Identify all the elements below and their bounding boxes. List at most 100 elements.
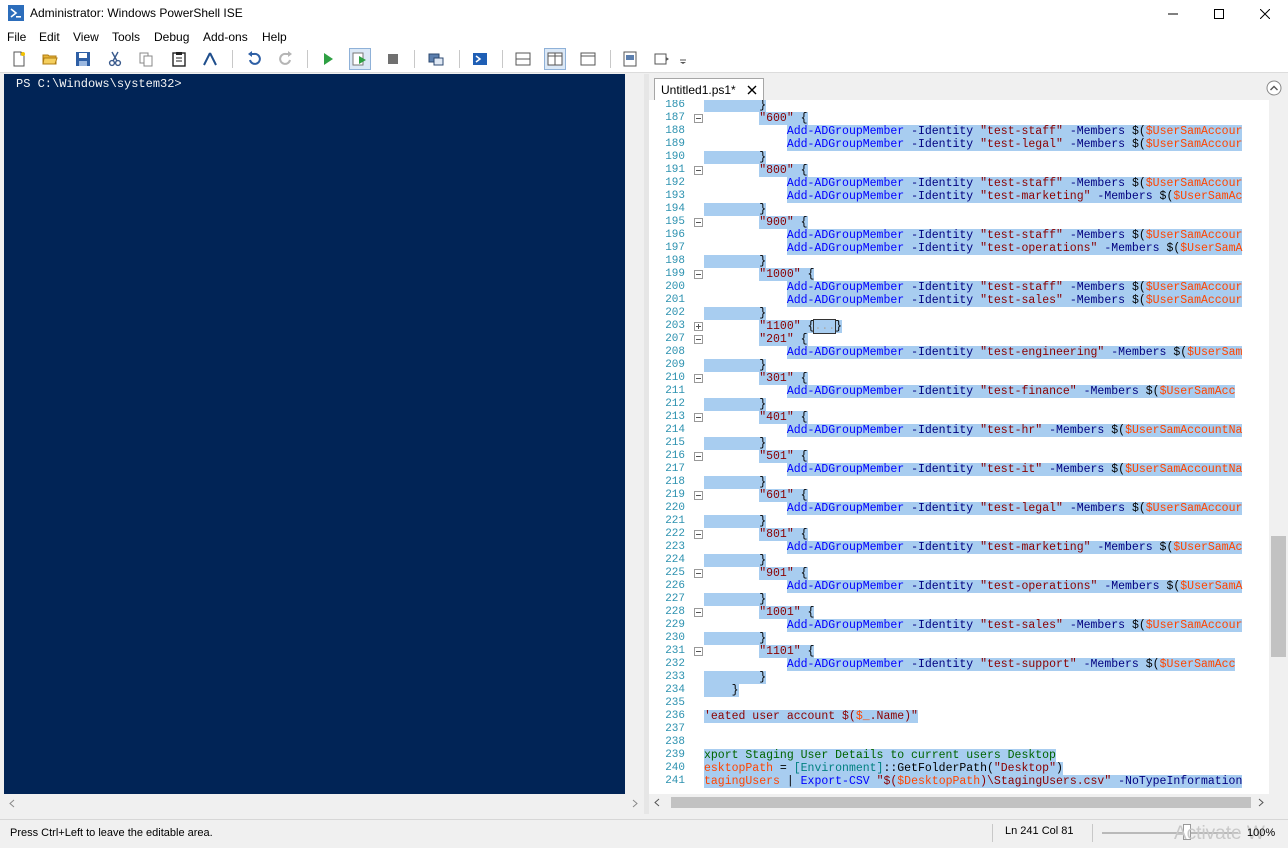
code-line[interactable]: Add-ADGroupMember -Identity "test-suppor… [704, 658, 1236, 671]
collapse-region-icon[interactable] [694, 491, 703, 500]
save-button[interactable] [73, 49, 93, 69]
code-line[interactable]: Add-ADGroupMember -Identity "test-legal"… [704, 502, 1243, 515]
code-line[interactable]: "801" { [704, 528, 808, 541]
show-commands-button[interactable] [652, 49, 672, 69]
menu-add-ons[interactable]: Add-ons [203, 30, 248, 44]
code-line[interactable]: Add-ADGroupMember -Identity "test-staff"… [704, 281, 1243, 294]
code-line[interactable]: "1100" {...} [704, 319, 843, 334]
code-line[interactable]: Add-ADGroupMember -Identity "test-operat… [704, 580, 1243, 593]
code-line[interactable]: } [704, 671, 767, 684]
code-line[interactable]: Add-ADGroupMember -Identity "test-staff"… [704, 177, 1243, 190]
code-line[interactable]: "800" { [704, 164, 808, 177]
console-vertical-scrollbar[interactable] [627, 74, 644, 794]
collapse-region-icon[interactable] [694, 530, 703, 539]
code-line[interactable]: } [704, 437, 767, 450]
cut-button[interactable] [105, 49, 125, 69]
powershell-console-button[interactable] [470, 49, 490, 69]
collapse-region-icon[interactable] [694, 374, 703, 383]
code-line[interactable]: } [704, 100, 767, 112]
code-line[interactable]: "301" { [704, 372, 808, 385]
code-line[interactable]: Add-ADGroupMember -Identity "test-it" -M… [704, 463, 1243, 476]
code-line[interactable]: "901" { [704, 567, 808, 580]
code-line[interactable]: "600" { [704, 112, 808, 125]
code-line[interactable]: "601" { [704, 489, 808, 502]
new-file-button[interactable] [9, 49, 29, 69]
scrollbar-thumb[interactable] [671, 797, 1251, 808]
code-line[interactable]: Add-ADGroupMember -Identity "test-operat… [704, 242, 1243, 255]
collapse-region-icon[interactable] [694, 166, 703, 175]
collapse-region-icon[interactable] [694, 335, 703, 344]
collapse-region-icon[interactable] [694, 452, 703, 461]
collapse-region-icon[interactable] [694, 413, 703, 422]
copy-button[interactable] [136, 49, 156, 69]
code-line[interactable]: "501" { [704, 450, 808, 463]
minimize-button[interactable] [1150, 0, 1196, 28]
menu-debug[interactable]: Debug [154, 30, 189, 44]
editor-horizontal-scrollbar[interactable] [649, 794, 1269, 811]
code-line[interactable]: } [704, 359, 767, 372]
code-line[interactable]: } [704, 684, 739, 697]
code-line[interactable]: Add-ADGroupMember -Identity "test-financ… [704, 385, 1236, 398]
expand-region-icon[interactable] [694, 322, 703, 331]
code-line[interactable]: Add-ADGroupMember -Identity "test-hr" -M… [704, 424, 1243, 437]
code-line[interactable]: Add-ADGroupMember -Identity "test-market… [704, 541, 1243, 554]
code-line[interactable]: "1000" { [704, 268, 815, 281]
code-line[interactable]: esktopPath = [Environment]::GetFolderPat… [704, 762, 1063, 775]
code-line[interactable]: } [704, 255, 767, 268]
collapse-region-icon[interactable] [694, 270, 703, 279]
code-line[interactable]: "1101" { [704, 645, 815, 658]
paste-button[interactable] [169, 49, 189, 69]
code-line[interactable]: "900" { [704, 216, 808, 229]
code-line[interactable]: } [704, 515, 767, 528]
script-pane-maximized-button[interactable] [578, 49, 598, 69]
code-line[interactable]: } [704, 398, 767, 411]
open-button[interactable] [40, 49, 60, 69]
collapse-region-icon[interactable] [694, 608, 703, 617]
menu-file[interactable]: File [7, 30, 26, 44]
script-pane-right-button[interactable] [544, 48, 566, 70]
editor-vertical-scrollbar[interactable] [1269, 100, 1288, 794]
code-line[interactable]: Add-ADGroupMember -Identity "test-staff"… [704, 125, 1243, 138]
remote-powershell-button[interactable] [426, 49, 446, 69]
run-selection-button[interactable] [349, 48, 371, 70]
maximize-button[interactable] [1196, 0, 1242, 28]
code-line[interactable]: Add-ADGroupMember -Identity "test-market… [704, 190, 1243, 203]
code-line[interactable]: Add-ADGroupMember -Identity "test-sales"… [704, 619, 1243, 632]
code-line[interactable]: 'eated user account $($_.Name)" [704, 710, 918, 723]
console-horizontal-scrollbar[interactable] [4, 795, 644, 812]
code-line[interactable]: } [704, 307, 767, 320]
close-icon[interactable] [747, 85, 757, 95]
code-line[interactable]: "1001" { [704, 606, 815, 619]
code-line[interactable]: Add-ADGroupMember -Identity "test-sales"… [704, 294, 1243, 307]
code-line[interactable]: Add-ADGroupMember -Identity "test-legal"… [704, 138, 1243, 151]
code-line[interactable]: "201" { [704, 333, 808, 346]
script-pane-top-button[interactable] [513, 49, 533, 69]
toolbar-overflow-button[interactable] [678, 49, 688, 69]
menu-help[interactable]: Help [262, 30, 287, 44]
collapse-region-icon[interactable] [694, 218, 703, 227]
code-line[interactable]: } [704, 632, 767, 645]
code-line[interactable]: xport Staging User Details to current us… [704, 749, 1056, 762]
code-line[interactable]: } [704, 593, 767, 606]
menu-edit[interactable]: Edit [39, 30, 60, 44]
collapse-region-icon[interactable] [694, 569, 703, 578]
tab-untitled1[interactable]: Untitled1.ps1* [654, 78, 764, 100]
collapse-script-pane-icon[interactable] [1266, 80, 1282, 96]
clear-console-button[interactable] [200, 49, 220, 69]
stop-button[interactable] [383, 49, 403, 69]
script-editor[interactable]: 186 187 188 189 190 191 192 193 194 195 196 197 198 1… [649, 100, 1269, 794]
code-line[interactable]: } [704, 151, 767, 164]
scrollbar-thumb[interactable] [1271, 536, 1286, 657]
code-line[interactable]: tagingUsers | Export-CSV "$($DesktopPath… [704, 775, 1243, 788]
code-line[interactable]: } [704, 476, 767, 489]
redo-button[interactable] [276, 49, 296, 69]
close-button[interactable] [1242, 0, 1288, 28]
run-script-button[interactable] [318, 49, 338, 69]
console-pane[interactable]: PS C:\Windows\system32> [4, 74, 625, 794]
code-area[interactable]: } "600" { Add-ADGroupMember -Identity "t… [704, 100, 1269, 794]
menu-tools[interactable]: Tools [112, 30, 140, 44]
code-line[interactable]: "401" { [704, 411, 808, 424]
collapse-region-icon[interactable] [694, 114, 703, 123]
collapse-region-icon[interactable] [694, 647, 703, 656]
show-script-pane-button[interactable] [620, 49, 640, 69]
